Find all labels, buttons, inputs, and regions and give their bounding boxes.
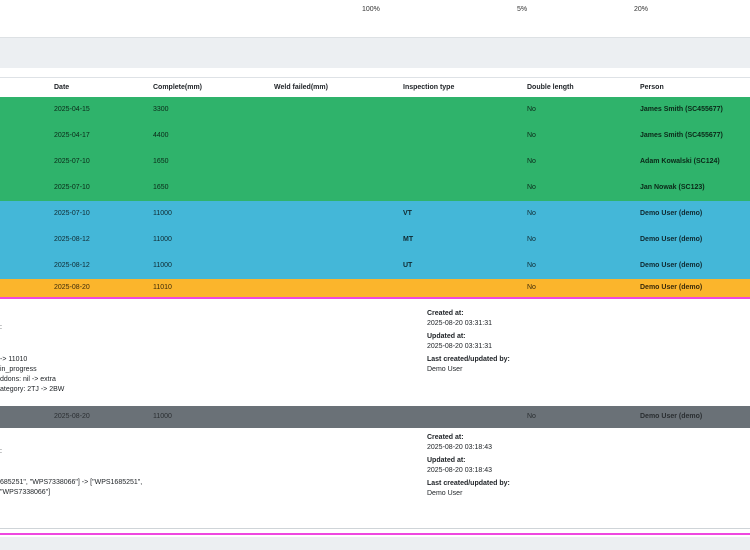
selection-line-2 (0, 533, 750, 535)
detail2-created-label: Created at: (427, 434, 464, 441)
pct-2: 5% (517, 6, 528, 13)
row-person: Demo User (demo) (640, 284, 703, 291)
detail2-updated-label: Updated at: (427, 457, 466, 464)
row-date: 2025-04-15 (54, 106, 90, 113)
row-complete: 3300 (153, 106, 169, 113)
row-complete: 11000 (153, 210, 172, 217)
table-row-grey[interactable]: 2025-08-20 11000 No Demo User (demo) (0, 406, 750, 429)
detail-panel-2: : 685251", "WPS7338066"] -> ["WPS1685251… (0, 428, 750, 528)
detail-panel-1: : -> 11010 in_progress ddons: nil -> ext… (0, 300, 750, 406)
header-date[interactable]: Date (54, 84, 69, 91)
panel-divider (0, 528, 750, 529)
row-person: Demo User (demo) (640, 262, 703, 269)
detail2-line-0: : (0, 448, 2, 455)
table-row[interactable]: 2025-04-15 3300 No James Smith (SC455677) (0, 97, 750, 124)
row-double-length: No (527, 262, 536, 269)
detail1-created-value: 2025-08-20 03:31:31 (427, 320, 492, 327)
detail1-updated-label: Updated at: (427, 333, 466, 340)
row-double-length: No (527, 236, 536, 243)
row-person: James Smith (SC455677) (640, 132, 723, 139)
pct-3: 20% (634, 6, 649, 13)
row-complete: 11000 (153, 236, 172, 243)
pct-1: 100% (362, 6, 380, 13)
row-date: 2025-04-17 (54, 132, 90, 139)
grey-row-date: 2025-08-20 (54, 413, 90, 420)
header-inspection-type[interactable]: Inspection type (403, 84, 454, 91)
row-double-length: No (527, 210, 536, 217)
row-complete: 11010 (153, 284, 172, 291)
row-person: Adam Kowalski (SC124) (640, 158, 720, 165)
selection-line-1 (0, 297, 750, 299)
detail2-last-label: Last created/updated by: (427, 480, 510, 487)
row-complete: 4400 (153, 132, 169, 139)
header-weld-failed[interactable]: Weld failed(mm) (274, 84, 328, 91)
row-person: Jan Nowak (SC123) (640, 184, 705, 191)
header-double-length[interactable]: Double length (527, 84, 574, 91)
row-complete: 11000 (153, 262, 172, 269)
row-date: 2025-08-12 (54, 262, 90, 269)
row-person: James Smith (SC455677) (640, 106, 723, 113)
row-inspection-type: UT (403, 262, 413, 269)
detail1-updated-value: 2025-08-20 03:31:31 (427, 343, 492, 350)
detail1-line-0: : (0, 324, 2, 331)
grey-row-person: Demo User (demo) (640, 413, 703, 420)
row-inspection-type: MT (403, 236, 414, 243)
detail1-line-3: -> 11010 (0, 356, 28, 363)
toolbar-band (0, 37, 750, 68)
detail1-line-5: ddons: nil -> extra (0, 376, 56, 383)
detail1-line-6: ategory: 2TJ -> 2BW (0, 386, 65, 393)
row-double-length: No (527, 184, 536, 191)
row-inspection-type: VT (403, 210, 412, 217)
row-complete: 1650 (153, 158, 169, 165)
table-row[interactable]: 2025-07-10 11000 VT No Demo User (demo) (0, 201, 750, 228)
row-double-length: No (527, 284, 536, 291)
row-date: 2025-07-10 (54, 210, 90, 217)
grey-row-double: No (527, 413, 536, 420)
row-double-length: No (527, 106, 536, 113)
table-row[interactable]: 2025-08-20 11010 No Demo User (demo) (0, 279, 750, 298)
detail2-line-3: 685251", "WPS7338066"] -> ["WPS1685251", (0, 479, 143, 486)
detail1-last-value: Demo User (427, 366, 463, 373)
row-person: Demo User (demo) (640, 210, 703, 217)
row-complete: 1650 (153, 184, 169, 191)
detail1-last-label: Last created/updated by: (427, 356, 510, 363)
table-row[interactable]: 2025-07-10 1650 No Adam Kowalski (SC124) (0, 149, 750, 176)
table-row[interactable]: 2025-08-12 11000 MT No Demo User (demo) (0, 227, 750, 254)
row-double-length: No (527, 132, 536, 139)
header-complete[interactable]: Complete(mm) (153, 84, 202, 91)
detail2-updated-value: 2025-08-20 03:18:43 (427, 467, 492, 474)
row-date: 2025-07-10 (54, 158, 90, 165)
table-row[interactable]: 2025-04-17 4400 No James Smith (SC455677) (0, 123, 750, 150)
detail1-line-4: in_progress (0, 366, 37, 373)
detail2-line-4: "WPS7338066"] (0, 489, 51, 496)
table-header: Date Complete(mm) Weld failed(mm) Inspec… (0, 77, 750, 99)
row-date: 2025-08-20 (54, 284, 90, 291)
grey-row-complete: 11000 (153, 413, 172, 420)
row-double-length: No (527, 158, 536, 165)
footer-band (0, 537, 750, 550)
row-date: 2025-08-12 (54, 236, 90, 243)
row-date: 2025-07-10 (54, 184, 90, 191)
detail2-last-value: Demo User (427, 490, 463, 497)
table-row[interactable]: 2025-08-12 11000 UT No Demo User (demo) (0, 253, 750, 280)
row-person: Demo User (demo) (640, 236, 703, 243)
detail1-created-label: Created at: (427, 310, 464, 317)
header-person[interactable]: Person (640, 84, 664, 91)
detail2-created-value: 2025-08-20 03:18:43 (427, 444, 492, 451)
table-row[interactable]: 2025-07-10 1650 No Jan Nowak (SC123) (0, 175, 750, 202)
